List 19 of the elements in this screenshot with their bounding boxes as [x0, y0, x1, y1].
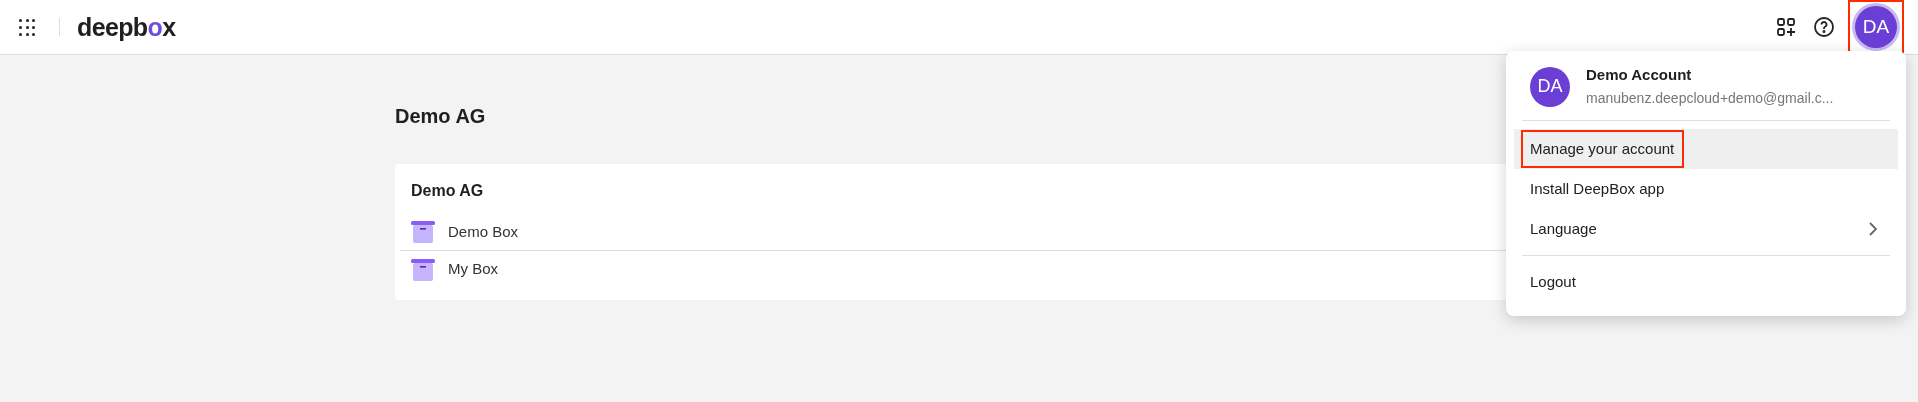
add-app-icon[interactable] [1774, 15, 1798, 39]
archive-box-icon [411, 258, 435, 281]
deepbox-logo[interactable]: deepbox [77, 14, 176, 40]
avatar: DA [1530, 66, 1570, 107]
menu-item-label: Manage your account [1523, 131, 1683, 167]
box-name: My Box [448, 259, 498, 280]
menu-item[interactable]: Manage your account [1514, 129, 1898, 169]
help-icon[interactable] [1812, 15, 1836, 39]
archive-box-icon [411, 221, 435, 243]
account-email: manubenz.deepcloud+demo@gmail.c... [1586, 89, 1834, 108]
box-name: Demo Box [448, 221, 519, 242]
page-title: Demo AG [395, 104, 487, 129]
menu-item-label: Logout [1529, 271, 1577, 292]
chevron-right-icon [1868, 221, 1878, 237]
app-grid-icon[interactable] [17, 17, 37, 37]
menu-item-label: Language [1529, 218, 1598, 239]
menu-item-label: Install DeepBox app [1529, 178, 1666, 199]
card-title: Demo AG [411, 181, 485, 201]
account-name: Demo Account [1586, 65, 1693, 85]
